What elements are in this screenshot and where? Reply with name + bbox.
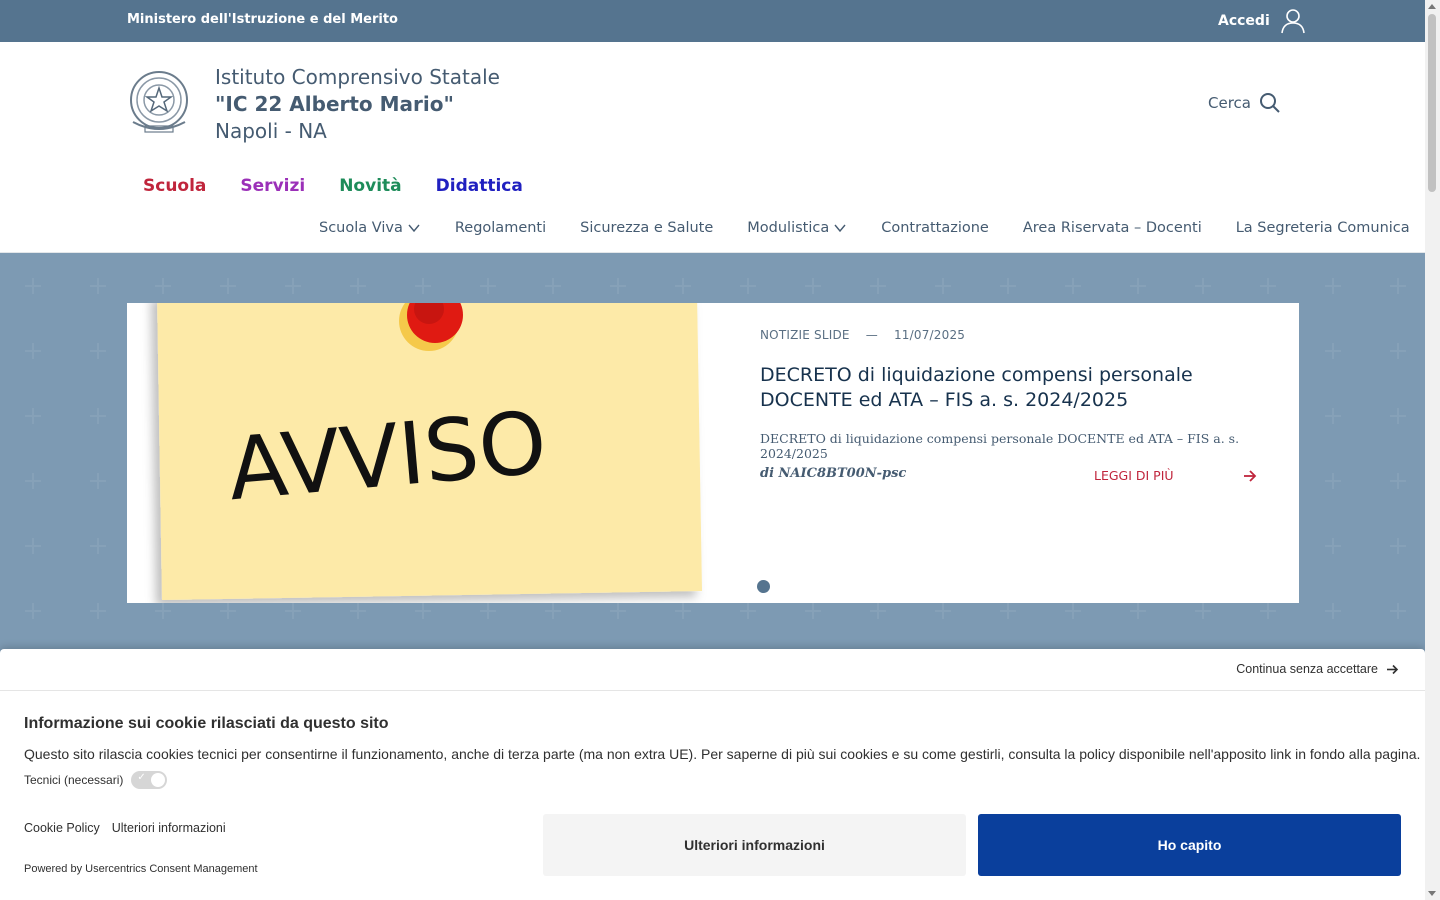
site-header: Istituto Comprensivo Statale "IC 22 Albe… [0,42,1425,253]
subnav-segreteria[interactable]: La Segreteria Comunica [1236,220,1410,236]
subnav-area-riservata[interactable]: Area Riservata – Docenti [1023,220,1202,236]
subnav-label: Contrattazione [881,220,989,236]
login-label: Accedi [1218,13,1270,29]
meta-separator: — [865,328,878,342]
scroll-down-icon[interactable] [1428,891,1436,896]
nav-novita[interactable]: Novità [339,176,401,196]
read-more-label: LEGGI DI PIÙ [1094,468,1174,483]
main-nav: Scuola Servizi Novità Didattica [143,176,523,196]
search-button[interactable]: Cerca [1208,92,1281,114]
toggle-label: Tecnici (necessari) [24,773,124,787]
cookie-banner-header: Continua senza accettare [0,649,1425,691]
technical-cookies-row: Tecnici (necessari) ✓ [24,771,168,789]
check-icon: ✓ [137,772,146,783]
republic-emblem-icon[interactable] [127,66,191,138]
slide-image[interactable]: AVVISO [127,303,717,603]
subnav-label: La Segreteria Comunica [1235,220,1410,236]
subnav-label: Modulistica [747,220,830,236]
carousel-dot[interactable] [757,580,770,593]
subnav-label: Regolamenti [454,220,547,236]
continue-label: Continua senza accettare [1236,662,1378,676]
scrollbar-thumb[interactable] [1428,14,1436,192]
scroll-up-icon[interactable] [1428,4,1436,9]
nav-servizi[interactable]: Servizi [240,176,305,196]
subnav-sicurezza[interactable]: Sicurezza e Salute [580,220,713,236]
user-icon [1280,9,1305,34]
cookie-policy-link[interactable]: Cookie Policy [24,821,100,835]
school-brand[interactable]: Istituto Comprensivo Statale "IC 22 Albe… [215,64,500,145]
secondary-nav: Scuola Viva Regolamenti Sicurezza e Salu… [319,220,1410,236]
cookie-banner: Continua senza accettare Informazione su… [0,649,1425,900]
school-name: "IC 22 Alberto Mario" [215,92,454,116]
arrow-right-icon [1244,469,1257,482]
slide-title[interactable]: DECRETO di liquidazione compensi persona… [760,363,1270,413]
more-info-button[interactable]: Ulteriori informazioni [543,814,966,876]
accept-button[interactable]: Ho capito [978,814,1401,876]
nav-didattica[interactable]: Didattica [436,176,523,196]
subnav-scuola-viva[interactable]: Scuola Viva [319,220,421,236]
subnav-label: Area Riservata – Docenti [1022,220,1202,236]
ministry-link[interactable]: Ministero dell'Istruzione e del Merito [127,12,398,27]
news-slide-card: AVVISO NOTIZIE SLIDE — 11/07/2025 DECRET… [127,303,1299,603]
slide-category[interactable]: NOTIZIE SLIDE [760,328,850,342]
top-bar: Ministero dell'Istruzione e del Merito A… [0,0,1425,42]
scrollbar[interactable] [1425,0,1440,900]
search-label: Cerca [1208,94,1251,112]
arrow-right-icon [1387,664,1399,674]
read-more-link[interactable]: LEGGI DI PIÙ [1094,468,1257,483]
nav-scuola[interactable]: Scuola [143,176,206,196]
more-info-link[interactable]: Ulteriori informazioni [112,821,226,835]
continue-without-accepting-button[interactable]: Continua senza accettare [1236,662,1399,676]
slide-description: DECRETO di liquidazione compensi persona… [760,431,1240,461]
subnav-label: Sicurezza e Salute [580,220,714,236]
hero-section: AVVISO NOTIZIE SLIDE — 11/07/2025 DECRET… [0,253,1425,653]
slide-meta: NOTIZIE SLIDE — 11/07/2025 [760,328,965,342]
subnav-regolamenti[interactable]: Regolamenti [455,220,546,236]
cookie-text: Questo sito rilascia cookies tecnici per… [24,746,1421,762]
slide-author: di NAIC8BT00N-psc [760,466,907,481]
powered-by: Powered by Usercentrics Consent Manageme… [24,863,258,875]
chevron-down-icon [408,224,420,233]
cookie-links: Cookie Policy Ulteriori informazioni [24,821,226,835]
subnav-label: Scuola Viva [319,220,403,236]
cookie-title: Informazione sui cookie rilasciati da qu… [24,715,389,732]
technical-cookies-toggle[interactable]: ✓ [131,771,168,789]
subnav-contrattazione[interactable]: Contrattazione [881,220,989,236]
school-type: Istituto Comprensivo Statale [215,65,500,89]
search-icon [1259,93,1280,113]
subnav-modulistica[interactable]: Modulistica [747,220,847,236]
login-button[interactable]: Accedi [1218,8,1306,34]
toggle-knob [151,773,166,787]
slide-date: 11/07/2025 [893,328,966,342]
school-city: Napoli - NA [215,119,327,143]
chevron-down-icon [834,224,846,233]
